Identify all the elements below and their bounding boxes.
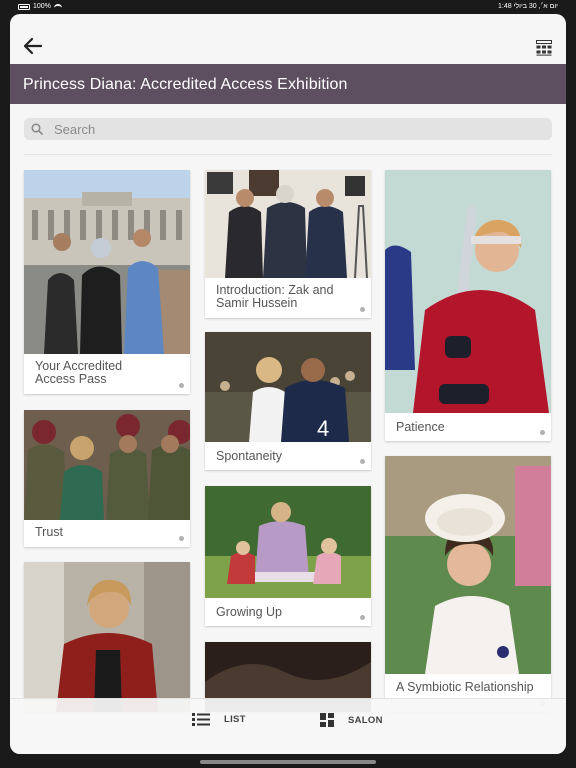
tab-list-label: LIST xyxy=(224,714,246,725)
divider xyxy=(24,154,552,155)
card-photo xyxy=(385,456,551,674)
card-caption: Growing Up xyxy=(216,605,282,619)
battery-icon xyxy=(18,3,30,10)
card-indicator-dot xyxy=(360,615,365,620)
status-time: 1:48 יום א׳, 30 ביולי xyxy=(498,3,558,10)
gallery-card-access-pass[interactable]: Your Accredited Access Pass xyxy=(24,170,190,394)
salon-grid-icon xyxy=(320,713,334,727)
gallery-card-growing-up[interactable]: Growing Up xyxy=(205,486,371,626)
card-caption: Introduction: Zak and Samir Hussein xyxy=(216,283,334,310)
card-indicator-dot xyxy=(360,307,365,312)
gallery-card-spontaneity[interactable]: 4 Spontaneity xyxy=(205,332,371,470)
card-indicator-dot xyxy=(540,430,545,435)
card-photo: 4 xyxy=(205,332,371,442)
back-button[interactable] xyxy=(22,36,44,56)
card-caption: Spontaneity xyxy=(216,449,283,463)
grid-menu-icon xyxy=(536,40,552,56)
card-caption: Trust xyxy=(35,525,64,539)
wifi-icon xyxy=(53,3,62,10)
battery-percent: 100% xyxy=(33,3,51,10)
card-photo xyxy=(385,170,551,413)
status-left: 100% xyxy=(18,3,62,10)
svg-text:4: 4 xyxy=(317,416,329,441)
gallery-card-trust[interactable]: Trust xyxy=(24,410,190,547)
gallery-card-symbiotic[interactable]: A Symbiotic Relationship xyxy=(385,456,551,712)
status-bar: 100% 1:48 יום א׳, 30 ביולי xyxy=(0,0,576,14)
tab-salon-label: SALON xyxy=(348,714,383,726)
card-indicator-dot xyxy=(360,459,365,464)
card-caption: A Symbiotic Relationship xyxy=(396,680,534,694)
gallery-card-red-jacket[interactable] xyxy=(24,562,190,712)
card-photo xyxy=(205,170,371,278)
tab-list[interactable]: LIST xyxy=(192,713,246,726)
card-photo xyxy=(205,486,371,598)
page-title: Princess Diana: Accredited Access Exhibi… xyxy=(23,76,348,93)
card-photo xyxy=(24,410,190,520)
nav-bar xyxy=(10,14,566,64)
grid-menu-button[interactable] xyxy=(536,40,552,56)
bottom-tab-bar: LIST SALON xyxy=(10,698,566,754)
card-photo xyxy=(24,562,190,712)
card-caption: Patience xyxy=(396,420,445,434)
home-indicator[interactable] xyxy=(200,760,376,764)
gallery-card-patience[interactable]: Patience xyxy=(385,170,551,441)
title-bar: Princess Diana: Accredited Access Exhibi… xyxy=(10,64,566,104)
card-indicator-dot xyxy=(179,383,184,388)
card-photo xyxy=(24,170,190,354)
gallery-card-introduction[interactable]: Introduction: Zak and Samir Hussein xyxy=(205,170,371,318)
exhibition-sheet: Princess Diana: Accredited Access Exhibi… xyxy=(10,14,566,754)
search-bar[interactable] xyxy=(24,118,552,140)
card-indicator-dot xyxy=(179,536,184,541)
tab-salon[interactable]: SALON xyxy=(320,713,383,727)
search-icon xyxy=(31,123,43,135)
list-icon xyxy=(192,713,210,726)
search-input[interactable] xyxy=(54,118,534,140)
card-caption: Your Accredited Access Pass xyxy=(35,359,123,386)
back-arrow-icon xyxy=(23,37,43,55)
